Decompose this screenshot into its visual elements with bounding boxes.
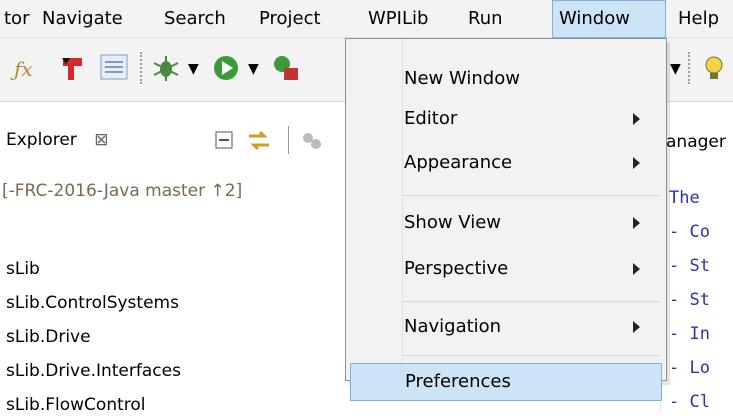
menu-navigate[interactable]: Navigate — [36, 0, 129, 38]
menu-item-editor[interactable]: Editor — [350, 99, 662, 139]
submenu-arrow-icon — [633, 217, 640, 229]
collapse-all-icon[interactable] — [214, 130, 236, 152]
menu-separator — [402, 355, 660, 356]
code-line: - Co — [669, 222, 710, 242]
submenu-arrow-icon — [633, 113, 640, 125]
code-line: - St — [669, 290, 710, 310]
menu-bar: tor Navigate Search Project WPILib Run W… — [0, 0, 733, 38]
menu-item-label: Editor — [404, 108, 458, 129]
menu-project[interactable]: Project — [253, 0, 327, 38]
tree-project-root[interactable]: [-FRC-2016-Java master ↑2] — [2, 178, 242, 204]
submenu-arrow-icon — [633, 321, 640, 333]
run-icon[interactable] — [212, 54, 242, 84]
menu-item-appearance[interactable]: Appearance — [350, 143, 662, 183]
menu-item-perspective[interactable]: Perspective — [350, 249, 662, 289]
explorer-title: Explorer — [6, 130, 77, 150]
toolbar-separator — [688, 52, 690, 84]
menu-search[interactable]: Search — [158, 0, 232, 38]
code-editor[interactable]: The - Co - St - St - In - Lo - Cl — [660, 178, 733, 413]
submenu-arrow-icon — [633, 263, 640, 275]
menu-item-show-view[interactable]: Show View — [350, 203, 662, 243]
menu-item-label: New Window — [404, 68, 520, 89]
menu-item-label: Show View — [404, 212, 502, 233]
coverage-icon[interactable] — [272, 54, 302, 84]
submenu-arrow-icon — [633, 157, 640, 169]
code-line: - St — [669, 256, 710, 276]
menu-separator — [402, 195, 660, 196]
menu-separator — [402, 301, 660, 302]
toolbar-dropdown-icon[interactable]: ▼ — [670, 54, 681, 84]
menu-item-label: Navigation — [404, 316, 502, 337]
editor-tab[interactable]: anager — [666, 128, 726, 156]
menu-run[interactable]: Run — [462, 0, 509, 38]
menu-wpilib[interactable]: WPILib — [362, 0, 434, 38]
tree-row[interactable]: sLib.ControlSystems — [6, 290, 179, 316]
function-icon[interactable]: ƒx — [14, 54, 33, 84]
menu-editor[interactable]: tor — [0, 0, 35, 38]
run-dropdown-icon[interactable]: ▼ — [248, 54, 259, 84]
menu-item-label: Perspective — [404, 258, 509, 279]
link-with-editor-icon[interactable] — [246, 128, 272, 154]
debug-dropdown-icon[interactable]: ▼ — [188, 54, 199, 84]
debug-bug-icon[interactable] — [152, 54, 182, 84]
close-icon[interactable]: ⊠ — [94, 130, 108, 150]
tree-row[interactable]: sLib — [6, 256, 40, 282]
explorer-header: Explorer ⊠ — [0, 118, 340, 162]
tree-row[interactable]: sLib.FlowControl — [6, 392, 146, 418]
menu-item-preferences[interactable]: Preferences — [350, 363, 662, 401]
code-line: - In — [669, 324, 710, 344]
lightbulb-icon[interactable] — [700, 54, 730, 84]
menu-help[interactable]: Help — [672, 0, 725, 38]
menu-item-label: Preferences — [405, 371, 511, 392]
menu-item-navigation[interactable]: Navigation — [350, 307, 662, 347]
tree-row[interactable]: sLib.Drive.Interfaces — [6, 358, 181, 384]
toolbar-separator — [140, 52, 142, 84]
list-icon[interactable] — [100, 54, 130, 84]
filter-icon[interactable] — [300, 130, 324, 152]
explorer-tab[interactable]: Explorer ⊠ — [0, 124, 108, 156]
plugin-icon[interactable] — [60, 52, 90, 82]
header-divider — [288, 126, 289, 154]
tree-row[interactable]: sLib.Drive — [6, 324, 91, 350]
code-line: - Cl — [669, 392, 710, 412]
window-menu-dropdown: New Window Editor Appearance Show View P… — [345, 38, 667, 401]
code-line: The — [669, 188, 700, 208]
menu-window[interactable]: Window — [552, 0, 666, 38]
code-line: - Lo — [669, 358, 710, 378]
menu-item-label: Appearance — [404, 152, 513, 173]
menu-item-new-window[interactable]: New Window — [350, 59, 662, 99]
